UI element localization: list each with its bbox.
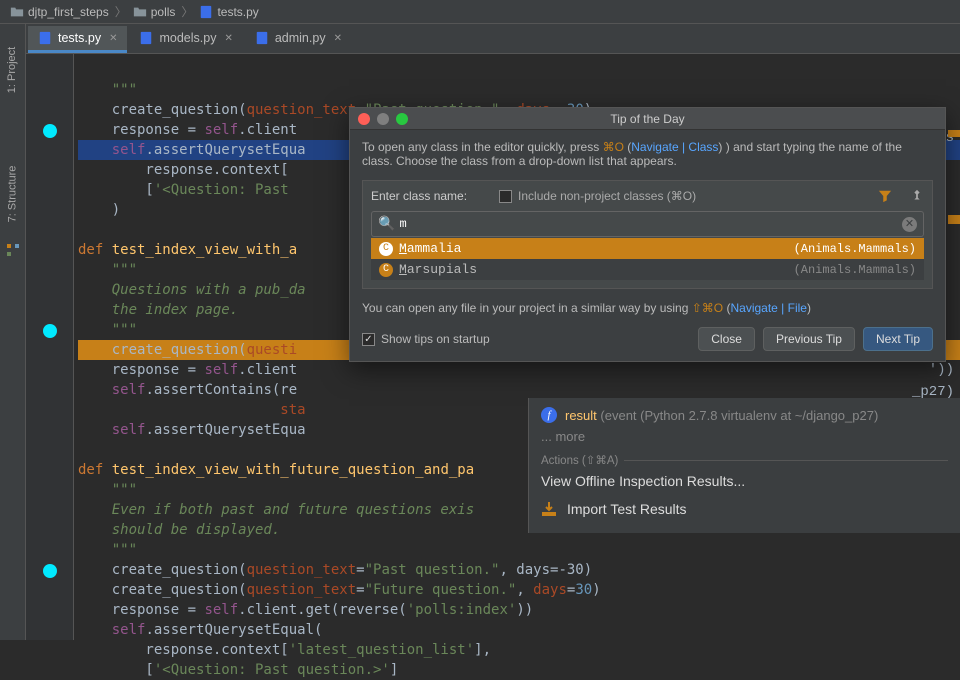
navigate-file-link[interactable]: Navigate | File (730, 301, 806, 315)
close-button[interactable]: Close (698, 327, 755, 351)
popup-result-row[interactable]: f result (event (Python 2.7.8 virtualenv… (541, 404, 948, 426)
chevron-right-icon: 〉 (181, 3, 193, 20)
class-icon: C (379, 263, 393, 277)
actions-section-header: Actions (⇧⌘A) (541, 453, 948, 467)
structure-icon (5, 242, 21, 258)
checkbox-icon: ✓ (362, 333, 375, 346)
breadcrumb-file[interactable]: tests.py (195, 5, 262, 19)
enter-class-label: Enter class name: (371, 189, 467, 203)
clear-icon[interactable]: ✕ (902, 217, 917, 232)
search-result-mammalia[interactable]: C MMammaliaammalia (Animals.Mammals) (371, 238, 924, 259)
chevron-right-icon: 〉 (115, 3, 127, 20)
folder-icon (10, 5, 24, 19)
tab-label: models.py (159, 31, 216, 45)
class-search-panel: Enter class name: Include non-project cl… (362, 180, 933, 289)
python-file-icon (199, 5, 213, 19)
breakpoint-marker[interactable] (43, 324, 57, 338)
result-name: result (565, 408, 597, 423)
tab-models-py[interactable]: models.py ✕ (129, 26, 242, 53)
include-nonproject-checkbox[interactable]: Include non-project classes (⌘O) (499, 189, 696, 203)
checkbox-icon (499, 190, 512, 203)
search-everywhere-popup: f result (event (Python 2.7.8 virtualenv… (528, 398, 960, 533)
search-icon: 🔍 (378, 216, 395, 233)
breadcrumb-folder[interactable]: polls (129, 5, 180, 19)
code-line: create_question( (78, 102, 247, 118)
close-icon[interactable]: ✕ (334, 33, 342, 44)
breadcrumb-file-label: tests.py (217, 5, 258, 19)
folder-icon (133, 5, 147, 19)
tab-label: tests.py (58, 31, 101, 45)
show-tips-checkbox[interactable]: ✓ Show tips on startup (362, 332, 490, 346)
tool-window-structure[interactable]: 7: Structure (7, 166, 19, 223)
more-results[interactable]: ... more (541, 426, 948, 447)
tab-admin-py[interactable]: admin.py ✕ (245, 26, 352, 53)
breadcrumb-project-label: djtp_first_steps (28, 5, 109, 19)
close-icon[interactable]: ✕ (109, 33, 117, 44)
tab-label: admin.py (275, 31, 326, 45)
breakpoint-marker[interactable] (43, 124, 57, 138)
class-search-input[interactable]: 🔍 m ✕ (371, 211, 924, 237)
tool-window-project[interactable]: 1: Project (7, 47, 19, 93)
code-line: """ (78, 82, 137, 98)
editor-tabs: tests.py ✕ models.py ✕ admin.py ✕ (0, 24, 960, 54)
breadcrumb: djtp_first_steps 〉 polls 〉 tests.py (0, 0, 960, 24)
close-icon[interactable]: ✕ (224, 33, 232, 44)
search-value: m (399, 217, 406, 231)
pin-icon[interactable] (910, 189, 924, 203)
tip-text: To open any class in the editor quickly,… (362, 140, 933, 168)
tip-of-day-dialog: Tip of the Day To open any class in the … (349, 107, 946, 362)
scrollbar-marker (948, 130, 960, 137)
action-import-test-results[interactable]: Import Test Results (541, 495, 948, 523)
python-file-icon (139, 31, 153, 45)
tip-text-2: You can open any file in your project in… (362, 301, 933, 315)
code-fragment: ')) (929, 362, 954, 378)
tab-tests-py[interactable]: tests.py ✕ (28, 26, 127, 53)
breakpoint-marker[interactable] (43, 564, 57, 578)
class-icon: C (379, 242, 393, 256)
search-result-marsupials[interactable]: C Marsupials (Animals.Mammals) (371, 259, 924, 280)
dialog-titlebar[interactable]: Tip of the Day (350, 108, 945, 130)
action-view-offline-inspection[interactable]: View Offline Inspection Results... (541, 467, 948, 495)
field-icon: f (541, 407, 557, 423)
import-icon (541, 501, 557, 517)
python-file-icon (38, 31, 52, 45)
scrollbar-marker (948, 215, 960, 224)
previous-tip-button[interactable]: Previous Tip (763, 327, 855, 351)
breadcrumb-project[interactable]: djtp_first_steps (6, 5, 113, 19)
python-file-icon (255, 31, 269, 45)
search-results: C MMammaliaammalia (Animals.Mammals) C M… (371, 238, 924, 280)
dialog-footer: ✓ Show tips on startup Close Previous Ti… (362, 327, 933, 351)
editor-gutter[interactable] (26, 54, 74, 640)
breadcrumb-folder-label: polls (151, 5, 176, 19)
filter-icon[interactable] (878, 189, 892, 203)
tool-window-bar: 1: Project 7: Structure (0, 24, 26, 640)
dialog-title: Tip of the Day (350, 112, 945, 126)
navigate-class-link[interactable]: Navigate | Class (631, 140, 718, 154)
next-tip-button[interactable]: Next Tip (863, 327, 933, 351)
